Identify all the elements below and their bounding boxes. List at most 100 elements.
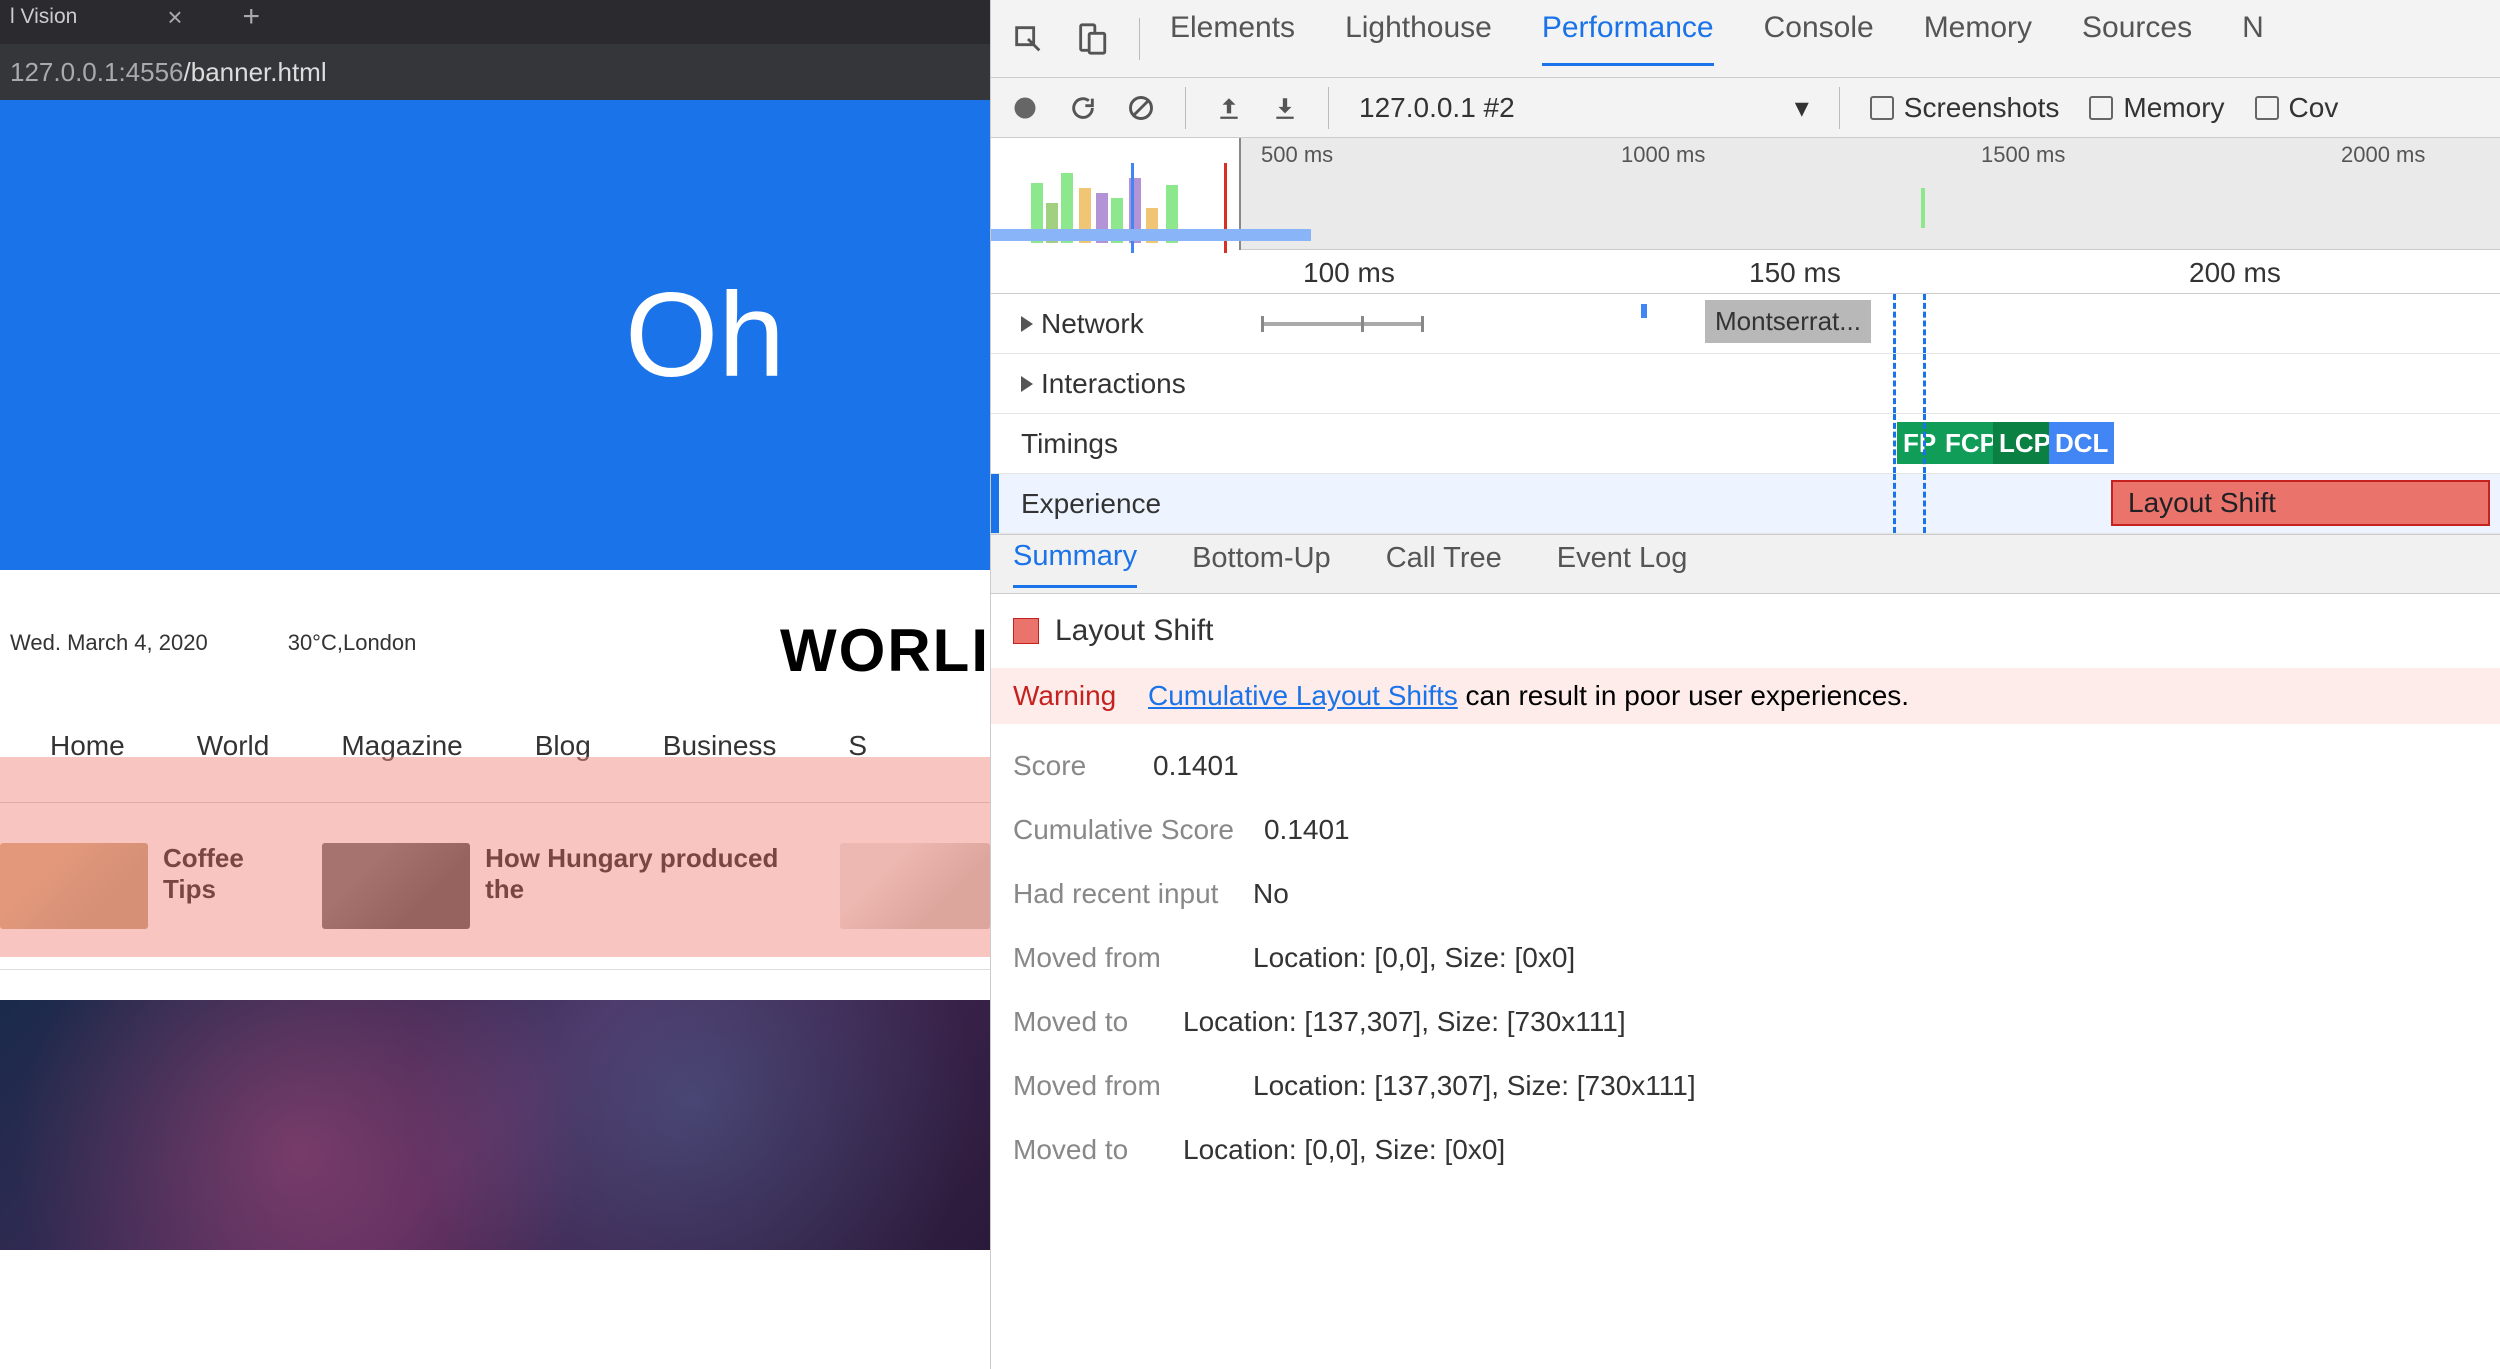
summary-row: Moved fromLocation: [0,0], Size: [0x0]: [1013, 942, 2478, 974]
overview-spike: [1921, 188, 1925, 228]
dcl-badge[interactable]: DCL: [2049, 422, 2114, 464]
timings-track[interactable]: Timings FP FCP LCP DCL: [991, 414, 2500, 474]
tick-label: 200 ms: [2189, 257, 2281, 289]
track-label[interactable]: Experience: [991, 488, 1251, 520]
chevron-down-icon: ▾: [1795, 91, 1809, 124]
rendered-page: Oh Wed. March 4, 2020 30°C,London WORLI …: [0, 100, 990, 1369]
tab-elements[interactable]: Elements: [1170, 11, 1295, 66]
network-track[interactable]: Network Montserrat... M: [991, 294, 2500, 354]
row-value: Location: [137,307], Size: [730x111]: [1253, 1070, 1696, 1102]
tab-memory[interactable]: Memory: [1924, 11, 2032, 66]
tab-bottom-up[interactable]: Bottom-Up: [1192, 542, 1331, 587]
tab-event-log[interactable]: Event Log: [1557, 542, 1688, 587]
lcp-badge[interactable]: LCP: [1993, 422, 2057, 464]
fp-badge[interactable]: FP: [1897, 422, 1942, 464]
inspect-icon[interactable]: [1011, 22, 1045, 56]
record-icon[interactable]: [1011, 94, 1039, 122]
warning-text: can result in poor user experiences.: [1458, 680, 1909, 711]
coverage-checkbox[interactable]: Cov: [2255, 92, 2339, 124]
timeline-tracks: Network Montserrat... M Interactions Tim…: [991, 294, 2500, 534]
devtools-tabs: Elements Lighthouse Performance Console …: [1170, 11, 2264, 66]
experience-track[interactable]: Experience Layout Shift: [991, 474, 2500, 534]
date-label: Wed. March 4, 2020: [10, 630, 208, 656]
track-content[interactable]: FP FCP LCP DCL: [1251, 414, 2500, 473]
source-dropdown[interactable]: 127.0.0.1 #2 ▾: [1359, 91, 1809, 124]
performance-controls: 127.0.0.1 #2 ▾ Screenshots Memory Cov: [991, 78, 2500, 138]
new-tab-button[interactable]: +: [243, 0, 261, 34]
device-icon[interactable]: [1075, 22, 1109, 56]
track-content[interactable]: Layout Shift: [1251, 474, 2500, 533]
site-title: WORLI: [730, 616, 990, 685]
summary-row: Cumulative Score0.1401: [1013, 814, 2478, 846]
network-resource[interactable]: Montserrat...: [1705, 300, 1871, 343]
row-key: Moved to: [1013, 1006, 1153, 1038]
site-header: Wed. March 4, 2020 30°C,London WORLI: [0, 570, 990, 685]
url-bar[interactable]: 127.0.0.1:4556/banner.html: [0, 44, 990, 100]
tick-label: 2000 ms: [2341, 142, 2425, 168]
summary-row: Score0.1401: [1013, 750, 2478, 782]
row-key: Cumulative Score: [1013, 814, 1234, 846]
divider: [1185, 87, 1186, 129]
tab-more[interactable]: N: [2242, 11, 2264, 66]
close-icon[interactable]: ×: [167, 2, 182, 33]
summary-panel: Layout Shift Warning Cumulative Layout S…: [991, 594, 2500, 1218]
hero-banner: Oh: [0, 100, 990, 570]
summary-row: Moved toLocation: [137,307], Size: [730x…: [1013, 1006, 2478, 1038]
track-content[interactable]: [1251, 354, 2500, 413]
url-host: 127.0.0.1:4556/banner.html: [10, 57, 327, 88]
cls-link[interactable]: Cumulative Layout Shifts: [1148, 680, 1458, 711]
row-key: Moved from: [1013, 942, 1223, 974]
summary-header: Layout Shift: [1013, 614, 2478, 648]
color-swatch: [1013, 618, 1039, 644]
tab-call-tree[interactable]: Call Tree: [1386, 542, 1502, 587]
tick-label: 1000 ms: [1621, 142, 1705, 168]
dropdown-value: 127.0.0.1 #2: [1359, 92, 1515, 124]
tick-label: 1500 ms: [1981, 142, 2065, 168]
summary-row: Moved toLocation: [0,0], Size: [0x0]: [1013, 1134, 2478, 1166]
track-label[interactable]: Network: [991, 308, 1251, 340]
layout-shift-badge[interactable]: Layout Shift: [2111, 480, 2490, 526]
track-content[interactable]: Montserrat... M: [1251, 294, 2500, 353]
tick-label: 100 ms: [1303, 257, 1395, 289]
timeline-overview[interactable]: 500 ms 1000 ms 1500 ms 2000 ms: [991, 138, 2500, 250]
download-icon[interactable]: [1272, 95, 1298, 121]
tab-summary[interactable]: Summary: [1013, 540, 1137, 588]
warning-banner: Warning Cumulative Layout Shifts can res…: [991, 668, 2500, 724]
upload-icon[interactable]: [1216, 95, 1242, 121]
row-value: No: [1253, 878, 1289, 910]
tracks-ruler: 100 ms 150 ms 200 ms: [991, 250, 2500, 294]
reload-icon[interactable]: [1069, 94, 1097, 122]
track-label[interactable]: Interactions: [991, 368, 1251, 400]
cls-overlay: [0, 757, 990, 957]
summary-row: Had recent input No: [1013, 878, 2478, 910]
disclosure-icon[interactable]: [1021, 316, 1033, 332]
tab-title: l Vision: [10, 5, 77, 29]
row-key: Moved from: [1013, 1070, 1223, 1102]
browser-viewport: l Vision × + 127.0.0.1:4556/banner.html …: [0, 0, 990, 1369]
clear-icon[interactable]: [1127, 94, 1155, 122]
disclosure-icon[interactable]: [1021, 376, 1033, 392]
tab-console[interactable]: Console: [1764, 11, 1874, 66]
interactions-track[interactable]: Interactions: [991, 354, 2500, 414]
tab-lighthouse[interactable]: Lighthouse: [1345, 11, 1492, 66]
selection-marker: [991, 474, 999, 533]
screenshots-checkbox[interactable]: Screenshots: [1870, 92, 2060, 124]
checkbox-icon: [1870, 96, 1894, 120]
divider: [1139, 18, 1140, 60]
row-key: Moved to: [1013, 1134, 1153, 1166]
checkbox-icon: [2089, 96, 2113, 120]
divider: [1839, 87, 1840, 129]
row-key: Score: [1013, 750, 1123, 782]
browser-tab[interactable]: l Vision ×: [0, 0, 203, 34]
warning-label: Warning: [1013, 680, 1116, 711]
divider: [1328, 87, 1329, 129]
track-label[interactable]: Timings: [991, 428, 1251, 460]
tab-performance[interactable]: Performance: [1542, 11, 1714, 66]
banner-text: Oh: [625, 266, 785, 404]
memory-checkbox[interactable]: Memory: [2089, 92, 2224, 124]
article-hero-image: [0, 1000, 990, 1250]
tab-bar: l Vision × +: [0, 0, 990, 34]
tick-label: 500 ms: [1261, 142, 1333, 168]
tab-sources[interactable]: Sources: [2082, 11, 2192, 66]
row-key: Had recent input: [1013, 878, 1223, 910]
